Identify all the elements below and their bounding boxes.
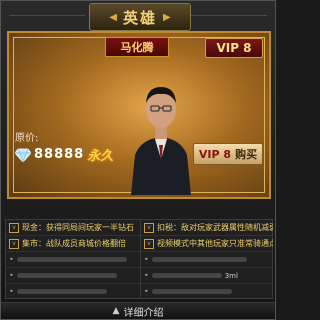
hero-name-banner: 马化腾 <box>105 37 169 57</box>
obscured-cell: • <box>6 284 139 299</box>
price-value: 88888 <box>34 147 85 162</box>
perk-text: 扣税：敌对玩家武器属性随机减弱 <box>157 223 273 232</box>
perk-row: v 现金：获得同局间玩家一半钻石 v 扣税：敌对玩家武器属性随机减弱 <box>6 220 273 236</box>
perk-text: 集市：战队成员商城价格翻倍 <box>22 239 126 248</box>
hero-portrait <box>131 87 191 195</box>
obscured-cell: • <box>6 268 139 283</box>
perk-item: v 扣税：敌对玩家武器属性随机减弱 <box>140 220 273 235</box>
v-badge-icon: v <box>9 238 19 249</box>
header-divider-left <box>9 15 85 16</box>
title-bar: ◀ 英雄 ▶ <box>89 3 191 31</box>
perk-item: v 集市：战队成员商城价格翻倍 <box>6 236 139 251</box>
v-badge-icon: v <box>144 222 154 233</box>
perk-text: 现金：获得同局间玩家一半钻石 <box>22 223 134 232</box>
buy-label: 购买 <box>235 148 258 161</box>
triangle-up-icon: ▲ <box>112 306 120 316</box>
hero-card: 马化腾 VIP 8 原价: 88888 永久 VIP 8 购买 <box>7 31 271 199</box>
perk-item: v 现金：获得同局间玩家一半钻石 <box>6 220 139 235</box>
hero-detail-panel: ◀ 英雄 ▶ 马化腾 VIP 8 原价: 88888 永久 VIP 8 购买 v… <box>0 0 276 320</box>
obscured-cell: • <box>140 284 273 299</box>
header-divider-right <box>191 15 267 16</box>
original-price-label: 原价: <box>15 133 39 144</box>
bullet-icon: • <box>144 271 149 280</box>
right-chevron-icon: ▶ <box>163 11 171 23</box>
price-row: 88888 永久 <box>15 145 113 164</box>
buy-button[interactable]: VIP 8 购买 <box>193 143 263 165</box>
obscured-row: • • <box>6 252 272 268</box>
bullet-icon: • <box>9 271 14 280</box>
vip-tag: VIP 8 <box>205 38 263 58</box>
v-badge-icon: v <box>9 222 19 233</box>
buy-vip-label: VIP 8 <box>198 147 232 161</box>
bullet-icon: • <box>144 255 149 264</box>
obscured-cell: • 3ml <box>140 268 273 283</box>
diamond-icon <box>15 148 31 162</box>
obscured-cell: • <box>6 252 139 267</box>
obscured-text <box>151 257 247 262</box>
bullet-icon: • <box>9 255 14 264</box>
bullet-icon: • <box>144 287 149 296</box>
duration-label: 永久 <box>87 149 114 164</box>
left-chevron-icon: ◀ <box>109 11 117 23</box>
obscured-row: • • 3ml <box>6 268 272 284</box>
v-badge-icon: v <box>144 238 154 249</box>
obscured-text <box>151 289 232 294</box>
perk-text: 视频模式中其他玩家只准常骑通点 <box>157 239 273 248</box>
extra-text: 3ml <box>224 271 238 280</box>
panel-title: 英雄 <box>122 8 157 27</box>
obscured-cell: • <box>140 252 273 267</box>
obscured-row: • • <box>6 284 272 299</box>
details-label: 详细介绍 <box>123 307 164 319</box>
obscured-text <box>151 273 222 278</box>
perk-row: v 集市：战队成员商城价格翻倍 v 视频模式中其他玩家只准常骑通点 <box>6 236 273 252</box>
bullet-icon: • <box>9 287 14 296</box>
hero-perks-grid: v 现金：获得同局间玩家一半钻石 v 扣税：敌对玩家武器属性随机减弱 v 集市：… <box>5 219 273 299</box>
obscured-text <box>16 257 127 262</box>
details-toggle[interactable]: ▲ 详细介绍 <box>1 302 275 319</box>
obscured-text <box>16 289 107 294</box>
obscured-text <box>16 273 117 278</box>
perk-item: v 视频模式中其他玩家只准常骑通点 <box>140 236 273 251</box>
